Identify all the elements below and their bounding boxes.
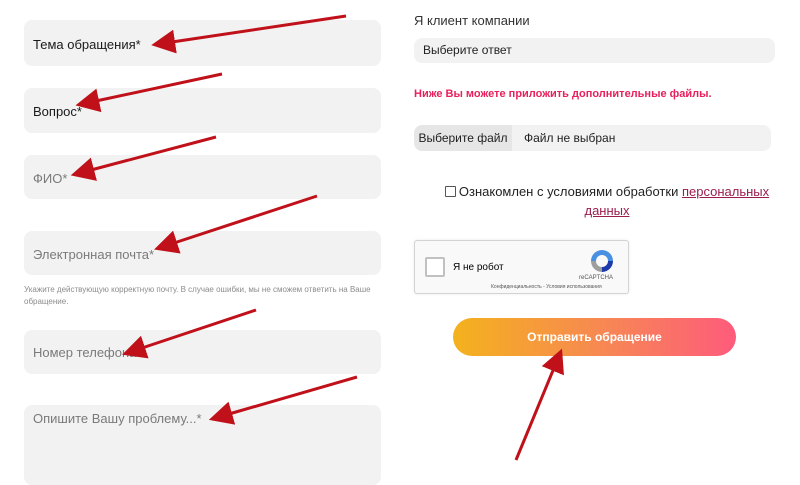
problem-textarea[interactable]: Опишите Вашу проблему...* bbox=[24, 405, 381, 485]
file-input[interactable]: Выберите файл Файл не выбран bbox=[414, 125, 771, 151]
recaptcha-brand: reCAPTCHA bbox=[579, 275, 614, 281]
question-placeholder: Вопрос* bbox=[33, 104, 82, 119]
client-select-value: Выберите ответ bbox=[423, 43, 512, 57]
phone-placeholder: Номер телефона* bbox=[33, 345, 142, 360]
topic-placeholder: Тема обращения* bbox=[33, 37, 141, 52]
attachments-note: Ниже Вы можете приложить дополнительные … bbox=[414, 88, 712, 100]
email-placeholder: Электронная почта* bbox=[33, 247, 155, 262]
topic-field[interactable]: Тема обращения* bbox=[24, 20, 381, 66]
choose-file-button[interactable]: Выберите файл bbox=[414, 125, 512, 151]
recaptcha-logo-icon bbox=[591, 250, 613, 272]
recaptcha-widget: Я не робот reCAPTCHA Конфиденциальность … bbox=[414, 240, 629, 294]
arrow-to-submit bbox=[514, 348, 564, 461]
recaptcha-terms[interactable]: Конфиденциальность - Условия использован… bbox=[491, 284, 602, 290]
client-select[interactable]: Выберите ответ bbox=[414, 38, 775, 63]
file-status: Файл не выбран bbox=[524, 131, 616, 145]
consent-checkbox[interactable] bbox=[444, 186, 456, 197]
email-hint: Укажите действующую корректную почту. В … bbox=[24, 285, 371, 306]
consent-row: Ознакомлен с условиями обработки персона… bbox=[432, 182, 782, 220]
consent-text: Ознакомлен с условиями обработки bbox=[458, 184, 682, 199]
email-field[interactable]: Электронная почта* bbox=[24, 231, 381, 275]
full-name-placeholder: ФИО* bbox=[33, 171, 68, 186]
submit-button[interactable]: Отправить обращение bbox=[453, 318, 736, 356]
problem-placeholder: Опишите Вашу проблему...* bbox=[33, 411, 202, 426]
recaptcha-label: Я не робот bbox=[453, 262, 504, 273]
recaptcha-checkbox[interactable] bbox=[425, 257, 445, 277]
phone-field[interactable]: Номер телефона* bbox=[24, 330, 381, 374]
full-name-field[interactable]: ФИО* bbox=[24, 155, 381, 199]
question-field[interactable]: Вопрос* bbox=[24, 88, 381, 133]
client-label: Я клиент компании bbox=[414, 13, 530, 28]
